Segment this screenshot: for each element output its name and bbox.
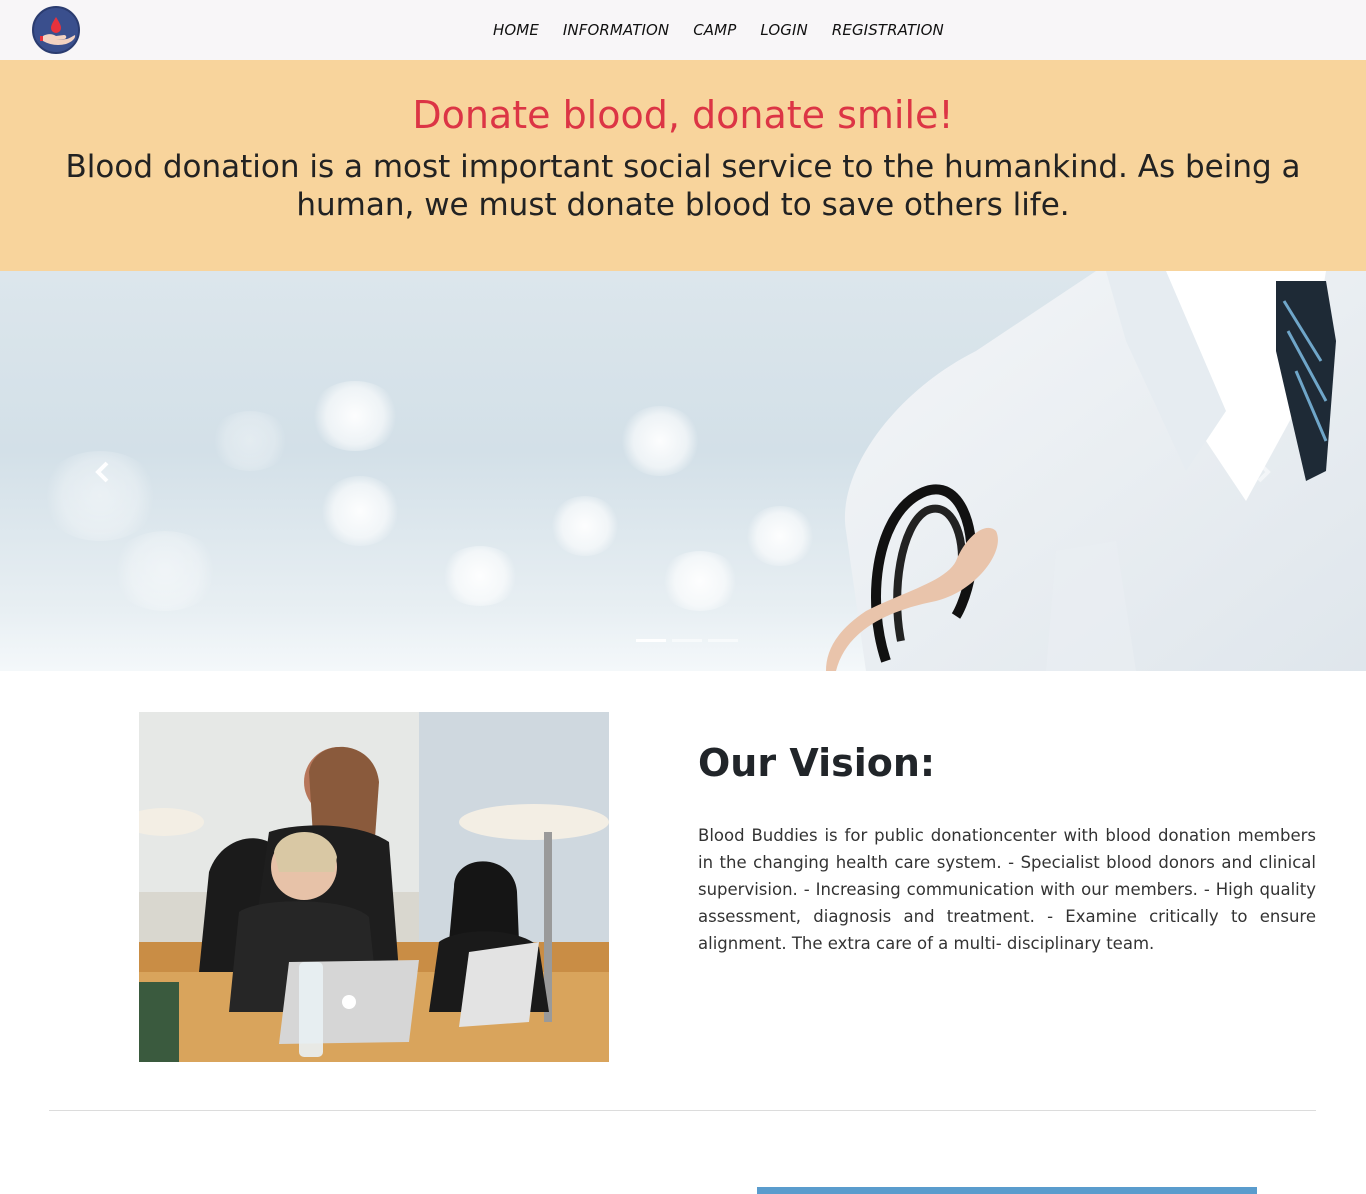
vision-text: Blood Buddies is for public donationcent… (698, 826, 1316, 953)
logo[interactable] (32, 6, 80, 54)
next-section-image-edge (757, 1187, 1257, 1194)
nav-login[interactable]: LOGIN (760, 21, 807, 39)
nav-links: HOME INFORMATION CAMP LOGIN REGISTRATION (481, 0, 956, 60)
carousel-next-button[interactable] (1248, 457, 1278, 487)
vision-heading: Our Vision: (698, 741, 936, 785)
carousel-indicators (633, 639, 741, 642)
nav-home[interactable]: HOME (493, 21, 539, 39)
nav-registration[interactable]: REGISTRATION (832, 21, 944, 39)
carousel-prev-button[interactable] (88, 457, 118, 487)
carousel-indicator[interactable] (672, 639, 702, 642)
chevron-right-icon (1257, 461, 1271, 483)
hero-banner: Donate blood, donate smile! Blood donati… (0, 60, 1366, 271)
image-carousel (0, 271, 1366, 671)
navbar: HOME INFORMATION CAMP LOGIN REGISTRATION (0, 0, 1366, 60)
vision-photo (139, 712, 609, 1062)
nav-information[interactable]: INFORMATION (563, 21, 669, 39)
people-at-laptops-image (139, 712, 609, 1062)
blood-drop-hand-icon (36, 10, 78, 52)
chevron-left-icon (95, 461, 109, 483)
nav-camp[interactable]: CAMP (693, 21, 736, 39)
carousel-indicator[interactable] (636, 639, 666, 642)
carousel-slide-image (0, 271, 1366, 671)
doctor-illustration (826, 271, 1366, 671)
section-divider (49, 1110, 1316, 1111)
banner-text: Blood donation is a most important socia… (65, 149, 1301, 223)
banner-title: Donate blood, donate smile! (412, 93, 954, 137)
carousel-indicator[interactable] (708, 639, 738, 642)
